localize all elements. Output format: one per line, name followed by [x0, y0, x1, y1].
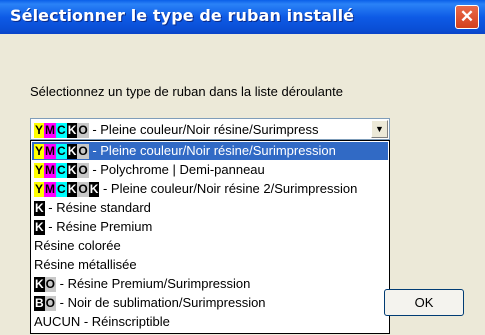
color-chip-o: O — [77, 182, 89, 198]
ok-button[interactable]: OK — [384, 289, 464, 316]
chevron-down-icon: ▼ — [375, 124, 384, 134]
color-chip-y: Y — [34, 182, 45, 198]
ribbon-option-label: Résine métallisée — [34, 257, 137, 272]
color-chip-k: K — [34, 277, 45, 293]
select-value: YMCKO - Pleine couleur/Noir résine/Surim… — [34, 122, 364, 139]
color-chip-c: C — [56, 182, 67, 198]
ribbon-option[interactable]: Résine métallisée — [32, 256, 388, 274]
ribbon-option-label: - Résine Premium — [44, 219, 153, 234]
title-bar: Sélectionner le type de ruban installé ✕ — [0, 0, 485, 34]
ribbon-option[interactable]: YMCKOK - Pleine couleur/Noir résine 2/Su… — [32, 180, 388, 198]
color-chip-o: O — [77, 144, 89, 160]
color-chip-m: M — [44, 163, 57, 179]
color-chip-c: C — [56, 144, 67, 160]
color-chip-k: K — [34, 220, 45, 236]
select-color-chips: YMCKO — [34, 122, 89, 139]
close-icon: ✕ — [459, 7, 475, 26]
color-chip-k: K — [66, 123, 78, 139]
ribbon-option[interactable]: Résine colorée — [32, 237, 388, 255]
ribbon-option[interactable]: K - Résine Premium — [32, 218, 388, 236]
ribbon-option-label: - Pleine couleur/Noir résine/Surimpressi… — [88, 143, 336, 158]
window-title: Sélectionner le type de ruban installé — [10, 6, 355, 25]
ribbon-option[interactable]: K - Résine standard — [32, 199, 388, 217]
color-chip-m: M — [44, 144, 57, 160]
color-chip-b: B — [34, 296, 45, 312]
ribbon-option-label: - Pleine couleur/Noir résine 2/Surimpres… — [99, 181, 358, 196]
ribbon-option-label: - Polychrome | Demi-panneau — [88, 162, 265, 177]
color-chip-m: M — [44, 182, 57, 198]
ribbon-type-select[interactable]: YMCKO - Pleine couleur/Noir résine/Surim… — [30, 118, 390, 140]
color-chip-c: C — [56, 163, 67, 179]
color-chip-y: Y — [34, 123, 45, 139]
color-chip-o: O — [44, 296, 57, 312]
ribbon-type-dropdown-list: YMCKO - Pleine couleur/Noir résine/Surim… — [30, 140, 390, 334]
instruction-label: Sélectionnez un type de ruban dans la li… — [30, 84, 343, 99]
dropdown-arrow-button[interactable]: ▼ — [371, 120, 388, 138]
color-chip-c: C — [56, 123, 67, 139]
ribbon-option-label: Résine colorée — [34, 238, 121, 253]
color-chip-o: O — [44, 277, 57, 293]
dialog-window: Sélectionner le type de ruban installé ✕… — [0, 0, 485, 335]
select-value-text: - Pleine couleur/Noir résine/Surimpress — [88, 122, 319, 137]
ribbon-option[interactable]: YMCKO - Polychrome | Demi-panneau — [32, 161, 388, 179]
color-chip-o: O — [77, 123, 89, 139]
ribbon-option[interactable]: BO - Noir de sublimation/Surimpression — [32, 294, 388, 312]
ribbon-option[interactable]: KO - Résine Premium/Surimpression — [32, 275, 388, 293]
ribbon-option-label: - Résine standard — [44, 200, 151, 215]
color-chip-k: K — [88, 182, 100, 198]
color-chip-y: Y — [34, 144, 45, 160]
color-chip-k: K — [66, 163, 78, 179]
color-chip-k: K — [34, 201, 45, 217]
ribbon-option-label: AUCUN - Réinscriptible — [34, 314, 170, 329]
color-chip-y: Y — [34, 163, 45, 179]
color-chip-k: K — [66, 144, 78, 160]
ribbon-option-label: - Noir de sublimation/Surimpression — [56, 295, 266, 310]
ribbon-option[interactable]: YMCKO - Pleine couleur/Noir résine/Surim… — [32, 142, 388, 160]
ribbon-option[interactable]: AUCUN - Réinscriptible — [32, 313, 388, 331]
color-chip-k: K — [66, 182, 78, 198]
ribbon-option-label: - Résine Premium/Surimpression — [56, 276, 251, 291]
close-button[interactable]: ✕ — [455, 5, 479, 29]
color-chip-m: M — [44, 123, 57, 139]
color-chip-o: O — [77, 163, 89, 179]
